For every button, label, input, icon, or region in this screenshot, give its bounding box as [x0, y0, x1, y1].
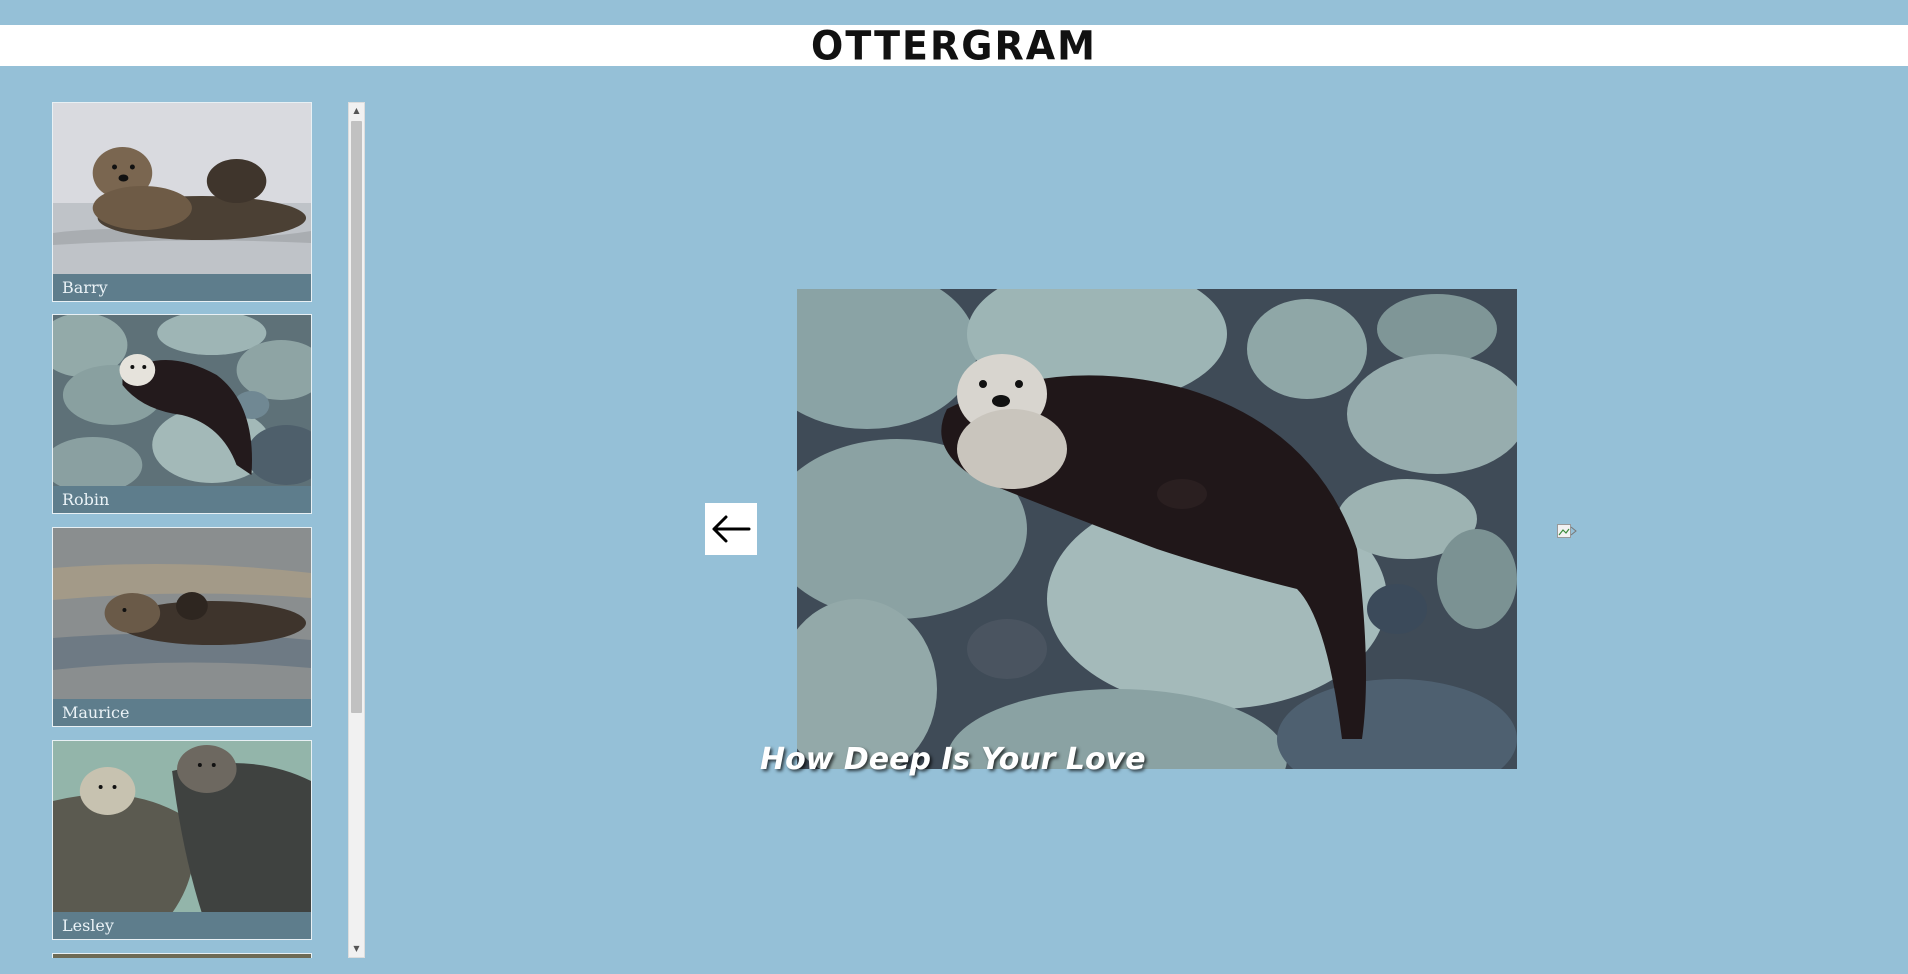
thumbnail-image — [53, 741, 311, 913]
scrollbar-thumb[interactable] — [351, 121, 362, 713]
thumbnail-item-maurice[interactable]: Maurice — [52, 527, 312, 727]
broken-image-icon — [1557, 524, 1577, 538]
thumbnail-list[interactable]: Barry Robin Maurice Lesley — [52, 102, 314, 958]
thumbnail-title: Robin — [53, 486, 311, 513]
thumbnail-item-barry[interactable]: Barry — [52, 102, 312, 302]
thumbnail-title: Lesley — [53, 912, 311, 939]
logo-title: OTTERGRAM — [811, 22, 1097, 69]
previous-button[interactable] — [705, 503, 757, 555]
scroll-up-arrow-icon[interactable]: ▲ — [349, 103, 364, 119]
detail-image-frame — [797, 289, 1517, 769]
arrow-left-icon — [712, 515, 751, 543]
site-header: OTTERGRAM — [0, 22, 1908, 69]
detail-image — [797, 289, 1517, 769]
thumbnail-image — [53, 528, 311, 700]
thumbnail-item-lesley[interactable]: Lesley — [52, 740, 312, 940]
thumbnail-title: Barry — [53, 274, 311, 301]
thumbnail-title: Maurice — [53, 699, 311, 726]
thumbnail-item-robin[interactable]: Robin — [52, 314, 312, 514]
detail-title: How Deep Is Your Love — [760, 742, 1146, 777]
thumbnail-image — [53, 315, 311, 487]
thumbnail-scrollbar[interactable]: ▲ ▼ — [348, 102, 365, 958]
next-button[interactable] — [1556, 523, 1578, 539]
thumbnail-item-partial[interactable] — [52, 953, 312, 958]
thumbnail-image — [53, 103, 311, 275]
scroll-down-arrow-icon[interactable]: ▼ — [349, 941, 364, 957]
